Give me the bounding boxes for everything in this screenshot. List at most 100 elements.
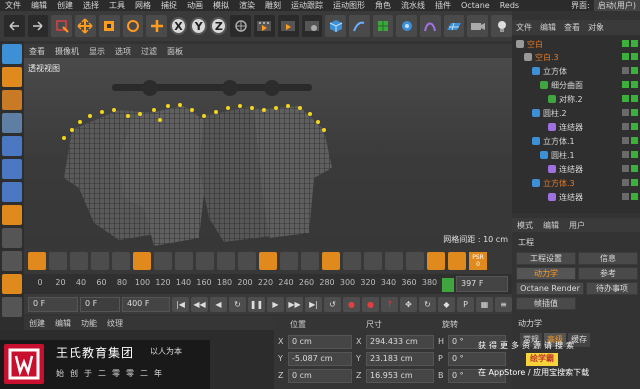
model-mode-icon[interactable] xyxy=(2,67,22,87)
menu-tools[interactable]: 工具 xyxy=(104,0,130,11)
menu-plugins[interactable]: 插件 xyxy=(430,0,456,11)
y-axis-lock[interactable]: Y xyxy=(190,17,208,35)
menu-animate[interactable]: 动画 xyxy=(182,0,208,11)
object-menu-edit[interactable]: 编辑 xyxy=(536,22,560,33)
cube-icon[interactable] xyxy=(175,252,193,270)
menu-reds[interactable]: Reds xyxy=(495,1,524,10)
object-row[interactable]: 立方体.1 xyxy=(512,135,640,147)
scale-tool-icon[interactable] xyxy=(98,15,120,37)
menu-mesh[interactable]: 网格 xyxy=(130,0,156,11)
key-scale-icon[interactable]: ◆ xyxy=(438,296,455,312)
key-rotation-icon[interactable]: ↻ xyxy=(419,296,436,312)
render-view-icon[interactable] xyxy=(254,15,275,37)
soft-selection-icon[interactable] xyxy=(2,274,22,294)
viewport-menu-view[interactable]: 查看 xyxy=(24,46,50,57)
menu-simulate[interactable]: 模拟 xyxy=(208,0,234,11)
deformer-icon[interactable] xyxy=(420,15,441,37)
sun-icon[interactable] xyxy=(301,252,319,270)
object-row[interactable]: 连结器 xyxy=(512,121,640,133)
reference-tab[interactable]: 参考 xyxy=(578,267,638,280)
object-row[interactable]: 连结器 xyxy=(512,191,640,203)
object-menu-file[interactable]: 文件 xyxy=(512,22,536,33)
current-frame-field[interactable]: 0 F xyxy=(80,296,120,312)
position-y-field[interactable]: -5.087 cm xyxy=(288,352,352,366)
perspective-viewport[interactable]: 透视视图 网格间距: 10 cm xyxy=(24,58,512,248)
previous-frame-icon[interactable]: ◀ xyxy=(210,296,227,312)
snapping-icon[interactable] xyxy=(2,228,22,248)
edges-mode-icon[interactable] xyxy=(2,159,22,179)
record-key-icon[interactable] xyxy=(427,252,445,270)
object-row[interactable]: 立方体.3 xyxy=(512,177,640,189)
polygons-mode-icon[interactable] xyxy=(2,182,22,202)
brush-icon[interactable] xyxy=(28,252,46,270)
subdivision-icon[interactable] xyxy=(372,15,394,37)
make-editable-icon[interactable] xyxy=(2,44,22,64)
key-pla-icon[interactable]: ▦ xyxy=(476,296,493,312)
camera-icon[interactable] xyxy=(467,15,489,37)
material-menu-create[interactable]: 创建 xyxy=(24,318,50,329)
key-param-icon[interactable]: P xyxy=(457,296,474,312)
object-row[interactable]: 对称.2 xyxy=(512,93,640,105)
object-row[interactable]: 空白 xyxy=(512,38,640,50)
z-axis-lock[interactable]: Z xyxy=(210,17,228,35)
render-settings-icon[interactable] xyxy=(301,15,323,37)
previous-key-icon[interactable]: ◀◀ xyxy=(191,296,208,312)
viewport-menu-filter[interactable]: 过滤 xyxy=(136,46,162,57)
magnet-icon[interactable] xyxy=(2,297,22,317)
undo-icon[interactable] xyxy=(4,15,25,37)
menu-character[interactable]: 角色 xyxy=(370,0,396,11)
layout-dropdown[interactable]: 启动(用户) xyxy=(593,0,640,11)
viewport-menu-panel[interactable]: 面板 xyxy=(162,46,188,57)
cube-object-icon[interactable] xyxy=(325,15,346,37)
menu-sculpt[interactable]: 雕刻 xyxy=(260,0,286,11)
menu-create[interactable]: 创建 xyxy=(52,0,78,11)
object-row[interactable]: 空白.3 xyxy=(512,51,640,63)
timeline-end-field[interactable]: 397 F xyxy=(456,276,508,292)
autokey-record-icon[interactable]: ● xyxy=(362,296,379,312)
size-z-field[interactable]: 16.953 cm xyxy=(366,369,434,383)
next-key-icon[interactable]: ▶▶ xyxy=(286,296,303,312)
info-tab[interactable]: 信息 xyxy=(578,252,638,265)
select-tool-icon[interactable] xyxy=(51,15,73,37)
end-frame-field[interactable]: 400 F xyxy=(122,296,170,312)
cube-icon[interactable] xyxy=(154,252,172,270)
rotate-tool-icon[interactable] xyxy=(122,15,144,37)
attribute-menu-edit[interactable]: 编辑 xyxy=(538,220,564,231)
go-to-start-icon[interactable]: |◀ xyxy=(172,296,189,312)
viewport-menu-cameras[interactable]: 摄像机 xyxy=(50,46,84,57)
menu-pipeline[interactable]: 流水线 xyxy=(396,0,430,11)
position-x-field[interactable]: 0 cm xyxy=(288,335,352,349)
menu-mograph[interactable]: 运动图形 xyxy=(328,0,370,11)
pause-icon[interactable]: ❚❚ xyxy=(248,296,265,312)
texture-mode-icon[interactable] xyxy=(2,90,22,110)
object-row[interactable]: 细分曲面 xyxy=(512,79,640,91)
box-icon[interactable] xyxy=(217,252,235,270)
grid-icon[interactable] xyxy=(364,252,382,270)
size-y-field[interactable]: 23.183 cm xyxy=(366,352,434,366)
edit-icon[interactable] xyxy=(196,252,214,270)
todo-tab[interactable]: 待办事项 xyxy=(586,282,638,295)
record-icon[interactable]: ● xyxy=(343,296,360,312)
viewport-menu-options[interactable]: 选项 xyxy=(110,46,136,57)
material-menu-function[interactable]: 功能 xyxy=(76,318,102,329)
go-to-end-icon[interactable]: ▶| xyxy=(305,296,322,312)
material-menu-texture[interactable]: 纹理 xyxy=(102,318,128,329)
workplane-lock-icon[interactable] xyxy=(2,251,22,271)
autokey-icon[interactable] xyxy=(448,252,466,270)
play-backward-icon[interactable]: ↻ xyxy=(229,296,246,312)
size-x-field[interactable]: 294.433 cm xyxy=(366,335,434,349)
menu-file[interactable]: 文件 xyxy=(0,0,26,11)
grid-icon[interactable] xyxy=(406,252,424,270)
points-icon[interactable] xyxy=(238,252,256,270)
cube-icon[interactable] xyxy=(133,252,151,270)
light-icon[interactable] xyxy=(491,15,512,37)
menu-select[interactable]: 选择 xyxy=(78,0,104,11)
floor-icon[interactable] xyxy=(443,15,465,37)
attribute-menu-user[interactable]: 用户 xyxy=(564,220,590,231)
points-mode-icon[interactable] xyxy=(2,136,22,156)
timeline-ruler[interactable]: 0 20 40 60 80 100 120 140 160 180 200 220 240 260 280 3… xyxy=(24,274,512,294)
object-row[interactable]: 立方体 xyxy=(512,65,640,77)
menu-render[interactable]: 渲染 xyxy=(234,0,260,11)
loop-icon[interactable]: ↺ xyxy=(324,296,341,312)
material-menu-edit[interactable]: 编辑 xyxy=(50,318,76,329)
